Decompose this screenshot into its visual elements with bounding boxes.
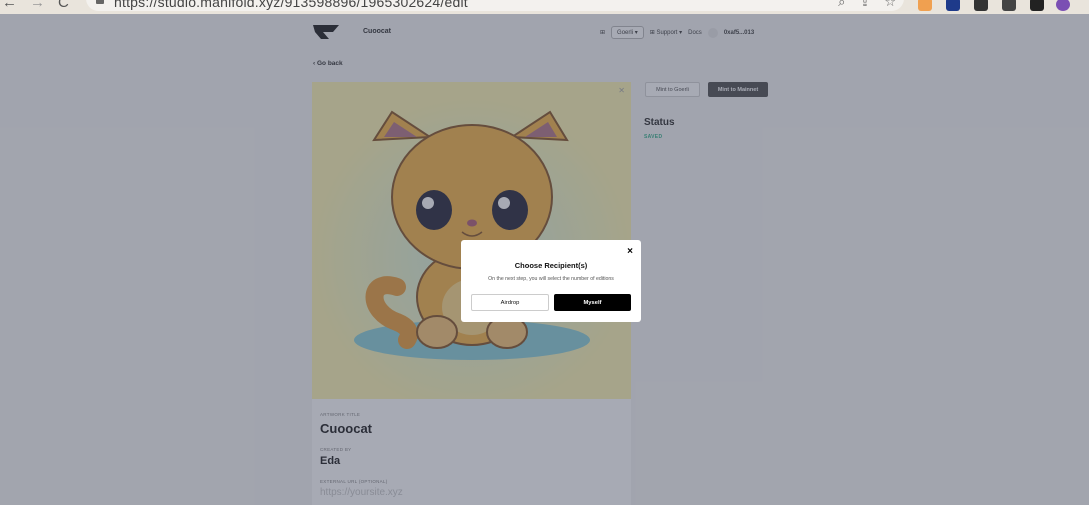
sidepanel-icon[interactable] xyxy=(1030,0,1044,11)
media-icon[interactable] xyxy=(1002,0,1016,11)
extension-icon[interactable] xyxy=(946,0,960,11)
airdrop-button[interactable]: Airdrop xyxy=(471,294,549,311)
close-icon[interactable]: × xyxy=(627,247,633,257)
forward-arrow-icon[interactable]: → xyxy=(30,0,45,11)
myself-button[interactable]: Myself xyxy=(554,294,631,311)
star-icon[interactable]: ☆ xyxy=(884,0,896,10)
browser-chrome: ← → C https://studio.manifold.xyz/913598… xyxy=(0,0,1089,14)
metamask-extension-icon[interactable] xyxy=(918,0,932,11)
choose-recipients-dialog: × Choose Recipient(s) On the next step, … xyxy=(461,240,641,322)
puzzle-icon[interactable] xyxy=(974,0,988,11)
address-bar[interactable]: https://studio.manifold.xyz/913598896/19… xyxy=(86,0,904,11)
url-text[interactable]: https://studio.manifold.xyz/913598896/19… xyxy=(114,0,468,10)
share-icon[interactable]: ⇪ xyxy=(859,0,870,10)
back-arrow-icon[interactable]: ← xyxy=(2,0,17,11)
lock-icon xyxy=(96,0,104,4)
dialog-title: Choose Recipient(s) xyxy=(514,261,588,270)
reload-icon[interactable]: C xyxy=(58,0,69,11)
dialog-subtitle: On the next step, you will select the nu… xyxy=(488,276,614,282)
profile-avatar-icon[interactable] xyxy=(1056,0,1070,11)
search-icon[interactable]: ⌕ xyxy=(838,0,845,10)
